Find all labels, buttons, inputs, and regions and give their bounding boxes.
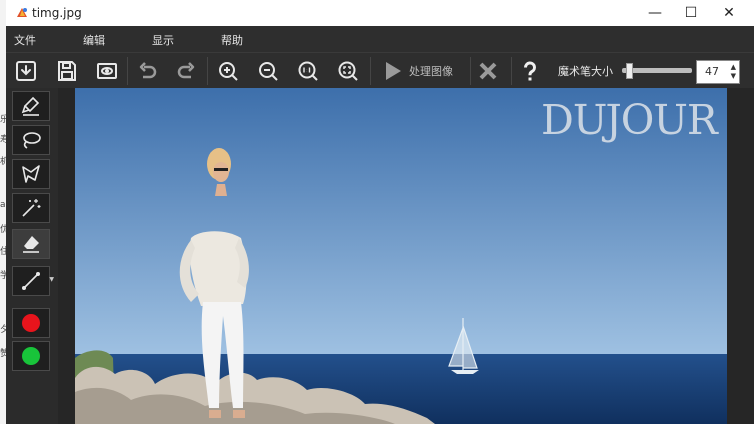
process-image-button[interactable] — [377, 56, 407, 86]
eraser-icon — [23, 236, 39, 253]
tool-sidebar: ▼ — [6, 88, 58, 424]
magic-wand-icon — [22, 199, 41, 217]
open-button[interactable] — [11, 56, 41, 86]
help-icon — [523, 61, 536, 81]
polygon-lasso-tool[interactable] — [12, 159, 50, 189]
process-image-label[interactable]: 处理图像 — [409, 63, 453, 79]
undo-icon — [139, 62, 157, 79]
image-canvas[interactable]: DUJOUR — [75, 88, 727, 424]
red-circle-icon — [22, 314, 40, 332]
line-icon — [22, 272, 40, 290]
minimize-button[interactable]: — — [638, 0, 672, 26]
zoom-in-icon — [219, 62, 238, 81]
polygon-lasso-icon — [22, 165, 40, 183]
zoom-out-button[interactable] — [253, 56, 283, 86]
window-title: timg.jpg — [32, 6, 82, 20]
actual-size-button[interactable] — [293, 56, 323, 86]
menu-file[interactable]: 文件 — [14, 32, 36, 48]
eraser-tool[interactable] — [12, 229, 50, 259]
zoom-out-icon — [259, 62, 278, 81]
actual-size-icon — [298, 61, 318, 81]
cancel-button[interactable] — [473, 56, 503, 86]
menu-help[interactable]: 帮助 — [221, 32, 243, 48]
menu-bar: 文件 编辑 显示 帮助 — [6, 26, 754, 52]
save-button[interactable] — [52, 56, 82, 86]
undo-button[interactable] — [132, 56, 162, 86]
menu-edit[interactable]: 编辑 — [83, 32, 105, 48]
menu-view[interactable]: 显示 — [152, 32, 174, 48]
app-window: timg.jpg — ☐ ✕ 文件 编辑 显示 帮助 处理图像 魔术笔大小 47… — [6, 0, 754, 424]
toolbar-separator — [470, 57, 471, 85]
green-color-swatch[interactable] — [12, 341, 50, 371]
lasso-tool[interactable] — [12, 125, 50, 155]
title-bar: timg.jpg — ☐ ✕ — [6, 0, 754, 26]
open-icon — [16, 61, 36, 81]
toolbar: 处理图像 魔术笔大小 47 ▲ ▼ — [6, 52, 754, 89]
preview-icon — [97, 63, 117, 79]
red-color-swatch[interactable] — [12, 308, 50, 338]
play-icon — [386, 62, 401, 80]
spin-up-icon[interactable]: ▲ — [731, 63, 736, 71]
app-icon — [17, 8, 27, 17]
redo-icon — [177, 62, 195, 79]
spin-down-icon[interactable]: ▼ — [731, 72, 736, 80]
fit-window-button[interactable] — [333, 56, 363, 86]
maximize-button[interactable]: ☐ — [674, 0, 708, 26]
cross-icon — [479, 62, 497, 80]
magic-wand-tool[interactable] — [12, 193, 50, 223]
zoom-in-button[interactable] — [213, 56, 243, 86]
brush-size-label: 魔术笔大小 — [558, 65, 613, 78]
marker-tool[interactable] — [12, 91, 50, 121]
save-icon — [58, 61, 76, 81]
help-button[interactable] — [515, 56, 545, 86]
fit-window-icon — [338, 61, 358, 81]
toolbar-separator — [207, 57, 208, 85]
toolbar-separator — [511, 57, 512, 85]
line-tool[interactable]: ▼ — [12, 266, 54, 296]
preview-button[interactable] — [92, 56, 122, 86]
brush-size-value: 47 — [705, 65, 719, 78]
redo-button[interactable] — [172, 56, 202, 86]
chevron-down-icon[interactable]: ▼ — [49, 276, 54, 283]
close-button[interactable]: ✕ — [712, 0, 746, 26]
brush-size-slider-thumb[interactable] — [626, 63, 633, 79]
lasso-icon — [23, 132, 41, 149]
green-circle-icon — [22, 347, 40, 365]
marker-icon — [21, 96, 40, 116]
toolbar-separator — [127, 57, 128, 85]
watermark-logo: DUJOUR — [541, 96, 718, 144]
toolbar-separator — [370, 57, 371, 85]
brush-size-spinbox[interactable]: 47 ▲ ▼ — [696, 60, 740, 84]
